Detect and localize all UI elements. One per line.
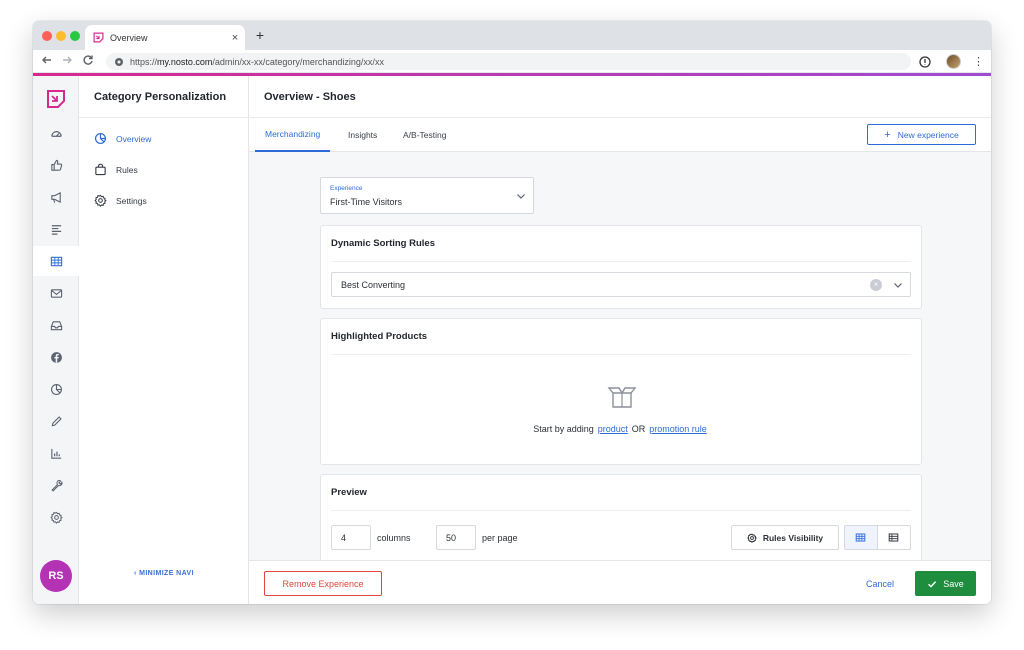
new-tab-button[interactable]: +: [252, 27, 268, 43]
subnav-item-rules[interactable]: Rules: [94, 162, 138, 178]
minimize-navi-button[interactable]: ‹ MINIMIZE NAVI: [79, 570, 249, 577]
extension-icon[interactable]: [919, 53, 931, 70]
experience-select[interactable]: Experience First-Time Visitors: [320, 177, 534, 214]
subnav-item-settings[interactable]: Settings: [94, 193, 147, 209]
arrow-left-icon: [42, 56, 51, 64]
site-info-icon: [115, 57, 123, 66]
url-text: https://my.nosto.com/admin/xx-xx/categor…: [130, 56, 384, 67]
mail-icon[interactable]: [33, 278, 79, 308]
rules-visibility-button[interactable]: Rules Visibility: [731, 525, 839, 550]
save-button[interactable]: Save: [915, 571, 976, 596]
empty-state-text: Start by adding product OR promotion rule: [533, 424, 707, 434]
profile-avatar[interactable]: [946, 53, 961, 70]
experience-value: First-Time Visitors: [330, 197, 402, 207]
remove-experience-button[interactable]: Remove Experience: [264, 571, 382, 596]
menu-dots-icon[interactable]: ⋮: [973, 53, 984, 70]
plus-icon: +: [884, 128, 891, 141]
tab-merchandizing[interactable]: Merchandizing: [255, 118, 331, 152]
tab-insights[interactable]: Insights: [348, 118, 377, 152]
preview-card: Preview 4 columns 50 per page Rules Visi…: [320, 474, 922, 560]
back-button[interactable]: [41, 54, 55, 68]
nosto-logo-icon: [93, 32, 104, 43]
tab-title: Overview: [110, 32, 148, 43]
main-content: Overview - Shoes Merchandizing Insights …: [249, 76, 991, 604]
reload-button[interactable]: [82, 54, 96, 68]
card-title: Dynamic Sorting Rules: [331, 237, 435, 249]
view-toggle: [844, 525, 911, 550]
rules-visibility-label: Rules Visibility: [762, 532, 824, 543]
settings-icon[interactable]: [33, 502, 79, 532]
tab-close-button[interactable]: ×: [225, 32, 245, 44]
bag-icon: [94, 163, 108, 177]
browser-window: Overview × + https://my.nosto.com/admin/…: [33, 21, 991, 604]
chevron-down-icon: [516, 191, 526, 201]
per-page-input[interactable]: 50: [436, 525, 476, 550]
pie-chart-icon[interactable]: [33, 374, 79, 404]
save-label: Save: [943, 578, 964, 589]
per-page-label: per page: [482, 532, 518, 543]
minimize-window-button[interactable]: [56, 31, 66, 41]
sorting-rule-select[interactable]: Best Converting ×: [331, 272, 911, 297]
chevron-down-icon[interactable]: [893, 280, 903, 290]
page-title: Overview - Shoes: [249, 76, 991, 118]
table-view-icon[interactable]: [878, 526, 911, 549]
forward-button[interactable]: [61, 54, 75, 68]
sub-navigation: Category Personalization Overview Rules …: [79, 76, 249, 604]
grid-icon[interactable]: [33, 246, 79, 276]
sorting-rule-value: Best Converting: [341, 279, 406, 290]
pie-chart-icon: [94, 132, 108, 146]
empty-box-icon: [607, 385, 637, 411]
card-title: Highlighted Products: [331, 330, 428, 342]
add-promotion-rule-link[interactable]: promotion rule: [649, 424, 707, 434]
browser-tab-bar: Overview × +: [33, 21, 991, 50]
subnav-item-label: Overview: [116, 134, 152, 144]
facebook-icon[interactable]: [33, 342, 79, 372]
new-experience-label: New experience: [897, 129, 959, 140]
nosto-logo-icon[interactable]: [46, 89, 66, 109]
tab-ab-testing[interactable]: A/B-Testing: [403, 118, 446, 152]
divider: [331, 510, 911, 511]
divider: [331, 354, 911, 355]
card-title: Preview: [331, 486, 367, 498]
reload-icon: [83, 55, 93, 65]
dynamic-sorting-card: Dynamic Sorting Rules Best Converting ×: [320, 225, 922, 309]
close-window-button[interactable]: [42, 31, 52, 41]
section-title: Category Personalization: [79, 76, 249, 118]
subnav-item-label: Settings: [116, 196, 147, 206]
check-icon: [927, 579, 937, 589]
divider: [331, 261, 911, 262]
user-avatar[interactable]: RS: [40, 560, 72, 592]
browser-tab[interactable]: Overview ×: [85, 25, 245, 50]
new-experience-button[interactable]: + New experience: [867, 124, 976, 145]
bar-chart-icon[interactable]: [33, 438, 79, 468]
clear-selection-icon[interactable]: ×: [870, 279, 882, 291]
add-product-link[interactable]: product: [598, 424, 628, 434]
wrench-icon[interactable]: [33, 470, 79, 500]
dashboard-icon[interactable]: [33, 118, 79, 148]
list-icon[interactable]: [33, 214, 79, 244]
columns-label: columns: [377, 532, 411, 543]
experience-label: Experience: [330, 185, 363, 192]
subnav-item-label: Rules: [116, 165, 138, 175]
megaphone-icon[interactable]: [33, 182, 79, 212]
cancel-button[interactable]: Cancel: [866, 571, 894, 596]
url-field[interactable]: https://my.nosto.com/admin/xx-xx/categor…: [106, 53, 911, 70]
icon-rail: RS: [33, 76, 79, 604]
arrow-right-icon: [63, 56, 72, 64]
footer-bar: Remove Experience Cancel Save: [249, 560, 991, 604]
maximize-window-button[interactable]: [70, 31, 80, 41]
inbox-icon[interactable]: [33, 310, 79, 340]
thumbs-up-icon[interactable]: [33, 150, 79, 180]
pencil-icon[interactable]: [33, 406, 79, 436]
gear-icon: [747, 532, 757, 543]
subnav-item-overview[interactable]: Overview: [94, 131, 151, 147]
grid-view-icon[interactable]: [845, 526, 878, 549]
app: RS Category Personalization Overview Rul…: [33, 76, 991, 604]
highlighted-products-card: Highlighted Products Start by adding prod…: [320, 318, 922, 465]
address-bar: https://my.nosto.com/admin/xx-xx/categor…: [33, 50, 991, 73]
gear-icon: [94, 194, 108, 208]
columns-input[interactable]: 4: [331, 525, 371, 550]
